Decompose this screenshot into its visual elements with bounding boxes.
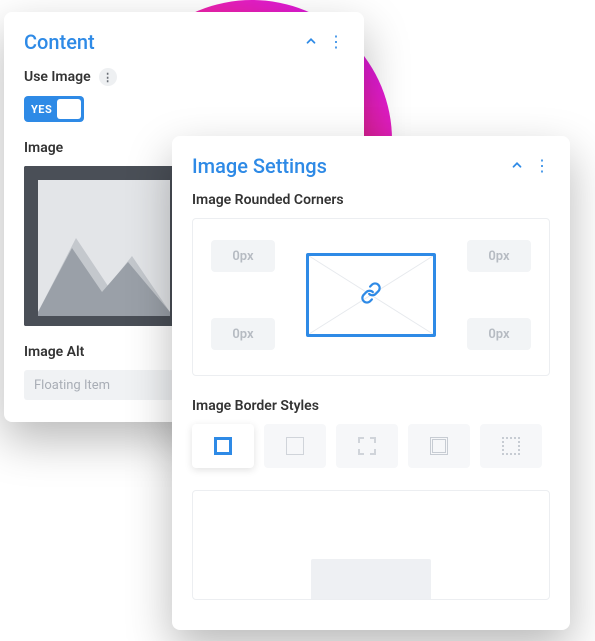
border-style-dashed[interactable] [336,424,398,468]
square-icon [430,437,448,455]
square-icon [502,437,520,455]
corner-bottom-right-input[interactable] [467,318,531,350]
collapse-icon[interactable] [510,157,524,176]
rounded-corners-label: Image Rounded Corners [192,192,550,208]
square-icon [286,437,304,455]
toggle-value-label: YES [24,103,52,116]
border-preview-box [192,490,550,600]
image-preview[interactable] [24,166,184,326]
border-styles-row [192,424,550,468]
image-alt-input[interactable] [24,370,174,400]
image-placeholder-icon [24,166,184,326]
rounded-corners-control [192,218,550,376]
border-preview-inner [311,559,431,600]
corner-top-right-input[interactable] [467,240,531,272]
corner-top-left-input[interactable] [211,240,275,272]
collapse-icon[interactable] [304,33,318,52]
image-settings-panel: Image Settings ⋮ Image Rounded Corners [172,136,570,630]
square-icon [358,437,376,455]
corner-link-box[interactable] [306,253,436,337]
border-styles-label: Image Border Styles [192,398,550,414]
help-icon[interactable]: ⋮ [99,68,117,86]
more-icon[interactable]: ⋮ [328,34,344,50]
link-icon [360,282,382,308]
border-style-double[interactable] [408,424,470,468]
content-panel-header: Content ⋮ [24,30,344,54]
corner-bottom-left-input[interactable] [211,318,275,350]
use-image-label: Use Image [24,69,91,85]
settings-title: Image Settings [192,154,327,178]
settings-panel-header: Image Settings ⋮ [192,154,550,178]
border-style-solid[interactable] [192,424,254,468]
border-style-plain[interactable] [264,424,326,468]
use-image-toggle[interactable]: YES [24,96,84,122]
toggle-knob [57,99,81,119]
border-style-dotted[interactable] [480,424,542,468]
content-title: Content [24,30,95,54]
square-icon [214,437,232,455]
more-icon[interactable]: ⋮ [534,158,550,174]
